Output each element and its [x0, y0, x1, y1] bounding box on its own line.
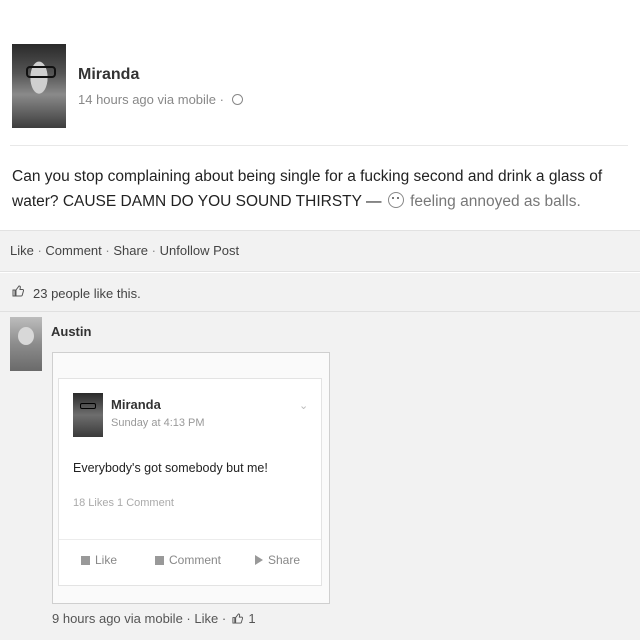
- share-link[interactable]: Share: [113, 243, 148, 258]
- chevron-down-icon: ⌄: [299, 400, 309, 412]
- separator: ·: [148, 243, 160, 258]
- unfollow-link[interactable]: Unfollow Post: [160, 243, 239, 258]
- separator: ·: [101, 243, 114, 258]
- shared-comment-action: Comment: [155, 553, 221, 567]
- comment-link[interactable]: Comment: [45, 243, 101, 258]
- comment-like-count[interactable]: 1: [248, 611, 255, 626]
- feeling-label[interactable]: feeling annoyed as balls.: [410, 193, 581, 210]
- post-timestamp[interactable]: 14 hours ago via mobile ·: [78, 92, 224, 107]
- like-link[interactable]: Like: [10, 243, 34, 258]
- post-actions-bar: Like · Comment · Share · Unfollow Post: [0, 230, 640, 272]
- status-text: Can you stop complaining about being sin…: [12, 164, 622, 214]
- commenter-face: [18, 327, 34, 345]
- comment-bubble-icon: [155, 556, 164, 565]
- likes-summary: 23 people like this.: [0, 273, 640, 312]
- commenter-name[interactable]: Austin: [51, 324, 91, 339]
- separator: ·: [33, 243, 46, 258]
- shared-like-action: Like: [81, 553, 117, 567]
- shared-author-name: Miranda: [111, 397, 161, 412]
- shared-author-avatar: [73, 393, 103, 437]
- shared-timestamp: Sunday at 4:13 PM: [111, 417, 205, 429]
- shared-post-stats: 18 Likes 1 Comment: [73, 497, 174, 509]
- post-meta: 14 hours ago via mobile ·: [78, 92, 243, 107]
- post-header: Miranda 14 hours ago via mobile ·: [0, 0, 640, 148]
- thumbs-up-icon: [81, 556, 90, 565]
- shared-like-label: Like: [95, 553, 118, 567]
- likes-count-link[interactable]: 23 people like this.: [33, 286, 141, 301]
- globe-icon: [231, 94, 243, 105]
- annoyed-emoticon-icon: [387, 192, 404, 208]
- shared-comment-label: Comment: [169, 553, 222, 567]
- author-name[interactable]: Miranda: [78, 66, 139, 84]
- thumbs-up-icon: [232, 613, 243, 624]
- shared-share-action: Share: [255, 553, 300, 567]
- post-action-links: Like · Comment · Share · Unfollow Post: [10, 243, 239, 258]
- thumbs-up-icon: [12, 285, 24, 297]
- shared-post-text: Everybody's got somebody but me!: [73, 461, 268, 475]
- shared-post-actions: Like Comment Share: [59, 547, 321, 577]
- comment-meta-text[interactable]: 9 hours ago via mobile · Like ·: [52, 611, 226, 626]
- avatar-portrait: [12, 44, 66, 128]
- shared-post-card: Miranda Sunday at 4:13 PM ⌄ Everybody's …: [58, 378, 322, 586]
- shared-divider: [59, 539, 321, 540]
- avatar-glasses: [26, 66, 56, 78]
- comment-meta: 9 hours ago via mobile · Like · 1: [52, 611, 256, 626]
- author-avatar[interactable]: [12, 44, 66, 128]
- header-divider: [10, 145, 628, 146]
- commenter-avatar[interactable]: [10, 317, 42, 371]
- avatar-glasses: [80, 403, 96, 409]
- shared-share-label: Share: [268, 553, 301, 567]
- share-arrow-icon: [255, 555, 263, 565]
- comment-section: Austin Miranda Sunday at 4:13 PM ⌄ Every…: [0, 312, 640, 640]
